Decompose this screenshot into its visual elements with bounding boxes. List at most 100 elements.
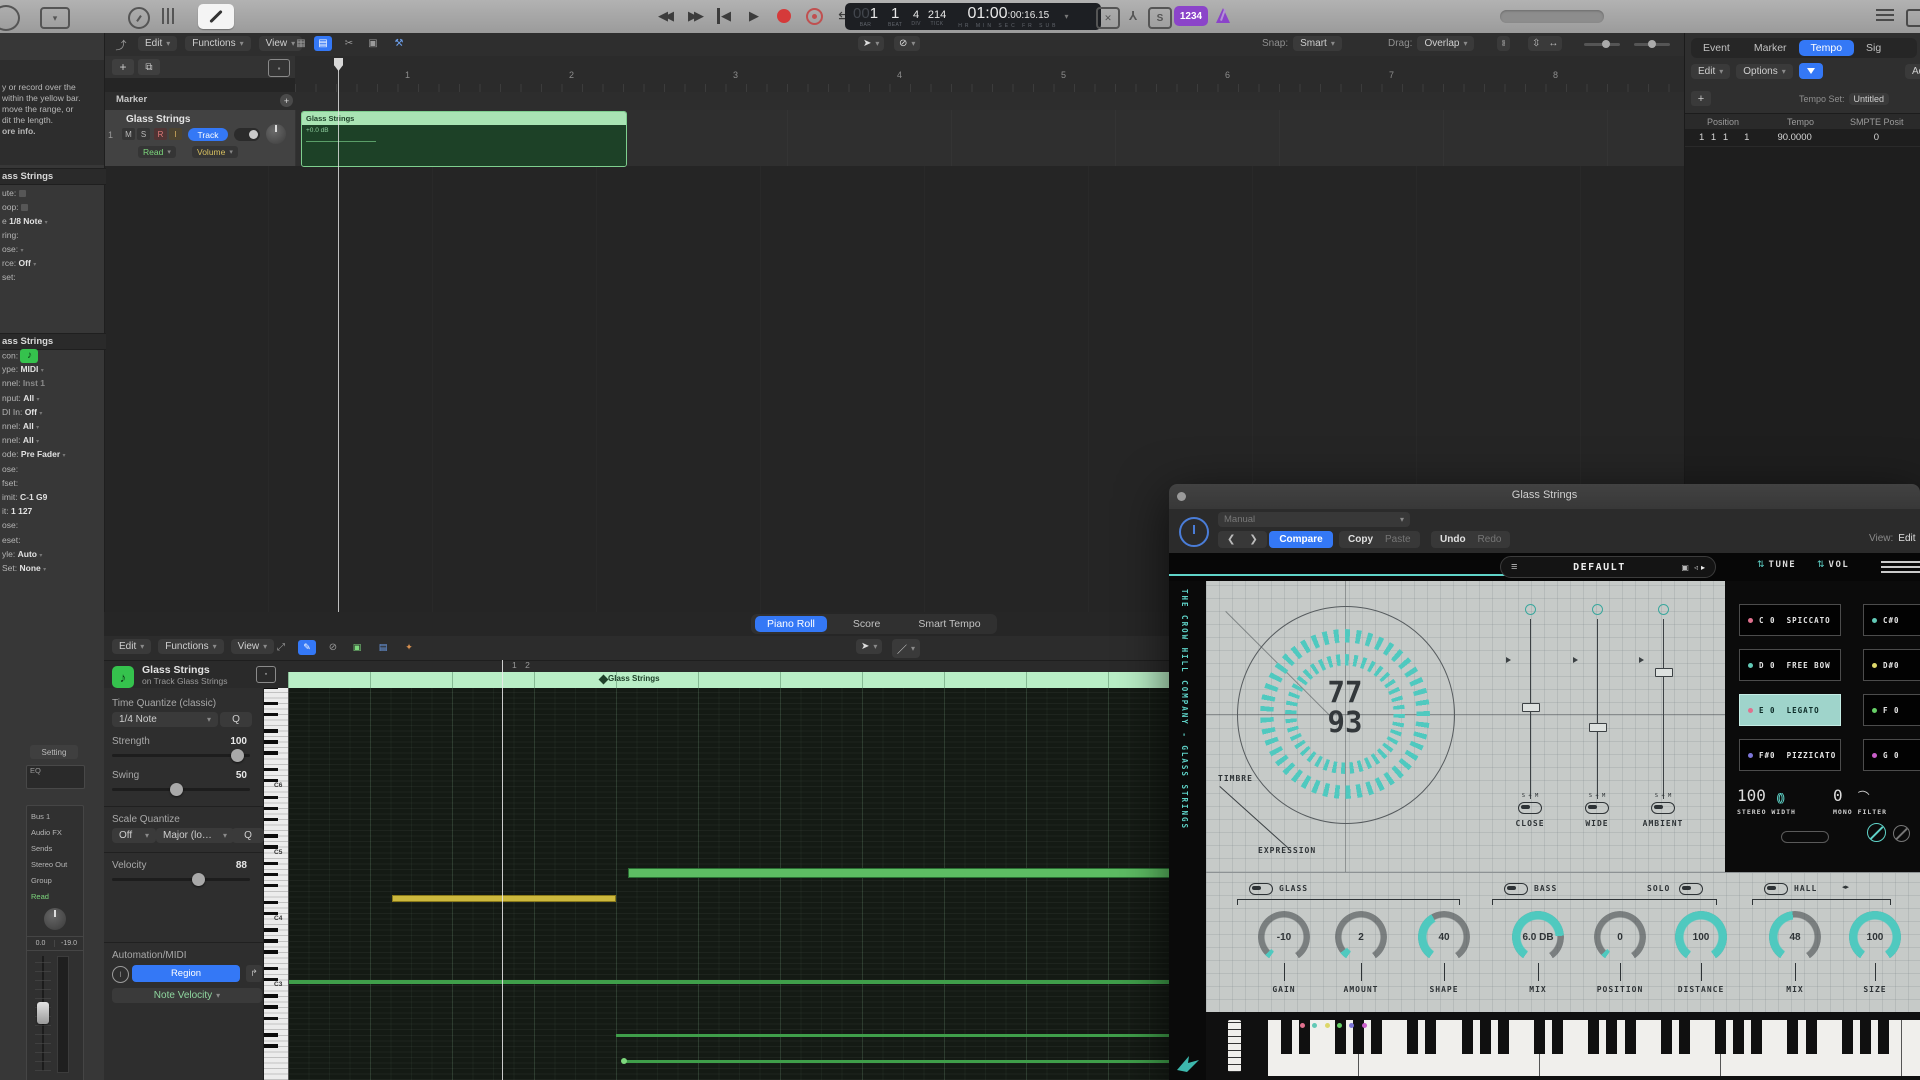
editor-menu-functions[interactable]: Functions▾ [158,639,223,654]
plugin-preset-dropdown[interactable]: Manual▾ [1218,512,1410,527]
editor-zoom-icon[interactable]: ▪ [256,666,276,683]
catch-playhead-icon[interactable]: ⤴ [110,36,132,53]
mono-filter-control[interactable]: 0 ⌒ MONO FILTER [1833,786,1887,816]
pitch-wheel-pill[interactable] [1781,831,1829,843]
track-on-toggle[interactable] [234,128,260,141]
waveform-zoom-icon[interactable]: ⧚ [1497,36,1510,51]
mute-bypass-icon[interactable] [1893,825,1910,842]
fader-track-wide[interactable] [1597,619,1598,799]
mixer-icon[interactable] [162,8,174,24]
hall-arrows-icon[interactable]: ◂▸ [1842,883,1849,891]
plugin-copy-button[interactable]: Copy [1348,534,1373,545]
inspector-row[interactable]: ute: [2,187,26,200]
preset-prev-icon[interactable]: ◃ [1694,563,1698,572]
library-icon[interactable]: ▾ [40,7,70,29]
black-key[interactable] [1281,1020,1292,1054]
inspector-row[interactable]: ose: ▾ [2,243,23,256]
add-track-button[interactable]: + [112,59,134,75]
articulation-c0[interactable]: C#0 [1863,604,1920,636]
tab-score[interactable]: Score [841,616,892,632]
black-key[interactable] [1860,1020,1871,1054]
channel-slot-sends[interactable]: Sends [31,844,52,853]
editor-catch-icon[interactable]: ⊘ [324,640,342,655]
tab-piano-roll[interactable]: Piano Roll [755,616,827,632]
mute-all-icon[interactable]: ✕ [1096,7,1120,29]
editor-menu-view[interactable]: View▾ [231,639,275,654]
channel-pan-value[interactable]: 0.0 [27,940,55,947]
midi-note-selected[interactable] [392,895,616,902]
inspector-row[interactable]: rce: Off ▾ [2,257,36,270]
articulation-d0[interactable]: D#0 [1863,649,1920,681]
channel-setting-button[interactable]: Setting [30,745,78,759]
fader-top-dot[interactable] [1658,604,1669,615]
channel-slot-bus-1[interactable]: Bus 1 [31,812,50,821]
black-key[interactable] [1371,1020,1382,1054]
plugin-view-select[interactable]: View:Edit [1869,533,1916,544]
secondary-tool-selector[interactable]: ⊘▾ [894,36,920,51]
black-key[interactable] [1679,1020,1690,1054]
count-in-button[interactable]: 1234 [1174,6,1208,26]
midi-note-line-1[interactable] [288,980,1273,984]
inspector-row[interactable]: nput: All ▾ [2,392,40,405]
inspector-row[interactable]: ose: [2,463,18,476]
tab-smart-tempo[interactable]: Smart Tempo [906,616,992,632]
section-toggle-bass[interactable] [1504,883,1528,895]
black-key[interactable] [1480,1020,1491,1054]
velocity-slider[interactable] [112,878,250,881]
vertical-zoom-slider[interactable] [1584,43,1620,46]
fader-handle-ambient[interactable] [1655,668,1673,677]
track-zoom-icon[interactable]: ▪ [268,59,290,77]
strength-slider[interactable] [112,754,250,757]
editor-pencil-tool[interactable]: ／▾ [892,639,920,658]
legato-bypass-icon[interactable] [1867,823,1886,842]
vol-control[interactable]: ⇅VOL [1817,559,1849,570]
fader-handle-wide[interactable] [1589,723,1607,732]
monitor-icon[interactable] [0,5,20,31]
inspector-row[interactable]: Set: None ▾ [2,562,46,575]
black-key[interactable] [1534,1020,1545,1054]
plugin-compare-button[interactable]: Compare [1269,531,1333,548]
bar-ruler[interactable]: 123456789 [295,56,1684,93]
inspector-row[interactable]: DI In: Off ▾ [2,406,42,419]
editor-menu-edit[interactable]: Edit▾ [112,639,151,654]
editor-scale-icon[interactable]: ▤ [374,640,392,655]
lcd-display[interactable]: 001 BAR 1BEAT 4DIV 214TICK 01:00:00:16.1… [845,3,1101,30]
black-key[interactable] [1498,1020,1509,1054]
region-inspector-header[interactable]: ass Strings [0,168,106,185]
stereo-width-control[interactable]: 100 (()) STEREO WIDTH [1737,786,1796,816]
horizontal-zoom-slider[interactable] [1634,43,1670,46]
plugin-prev-next[interactable]: ❮❯ [1218,531,1267,548]
inspector-row[interactable]: ose: [2,519,18,532]
tune-control[interactable]: ⇅TUNE [1757,559,1796,570]
master-volume-slider[interactable] [1500,10,1604,23]
inspector-row[interactable]: nnel: Inst 1 [2,377,45,390]
go-to-beginning-button[interactable]: ◀ [712,5,736,27]
keyboard-scroll-thumb[interactable] [1228,1020,1241,1072]
plugin-window[interactable]: Glass Strings Manual▾ ❮❯ Compare Copy Pa… [1169,484,1920,1080]
editor-pencil-icon[interactable]: ✎ [298,640,316,655]
articulation-f0[interactable]: F#0 PIZZICATO [1739,739,1841,771]
swing-slider[interactable] [112,788,250,791]
fader-sm-toggle[interactable] [1651,802,1675,814]
midi-region[interactable]: Glass Strings +0.0 dB [301,111,627,167]
inspector-row[interactable]: set: [2,271,16,284]
editor-pointer-tool[interactable]: ➤▾ [856,639,882,654]
inspector-row[interactable]: eset: [2,534,20,547]
inspector-row[interactable]: oop: [2,201,28,214]
add-tempo-button[interactable]: + [1691,91,1711,106]
channel-pan-knob[interactable] [44,908,66,930]
glue-tool-icon[interactable]: ▣ [364,36,382,51]
tempo-options-menu[interactable]: Options▾ [1736,64,1792,79]
black-key[interactable] [1661,1020,1672,1054]
editor-brush-icon[interactable]: ✦ [400,640,418,655]
inspector-row[interactable]: fset: [2,477,18,490]
black-key[interactable] [1806,1020,1817,1054]
rewind-button[interactable]: ◀◀ [652,5,676,27]
black-key[interactable] [1625,1020,1636,1054]
tab-signature[interactable]: Sig [1854,40,1893,56]
channel-volume-value[interactable]: -19.0 [55,940,83,947]
black-key[interactable] [1715,1020,1726,1054]
preset-next-icon[interactable]: ▸ [1701,563,1705,572]
black-key[interactable] [1842,1020,1853,1054]
add-button-partial[interactable]: Ad [1905,64,1920,79]
